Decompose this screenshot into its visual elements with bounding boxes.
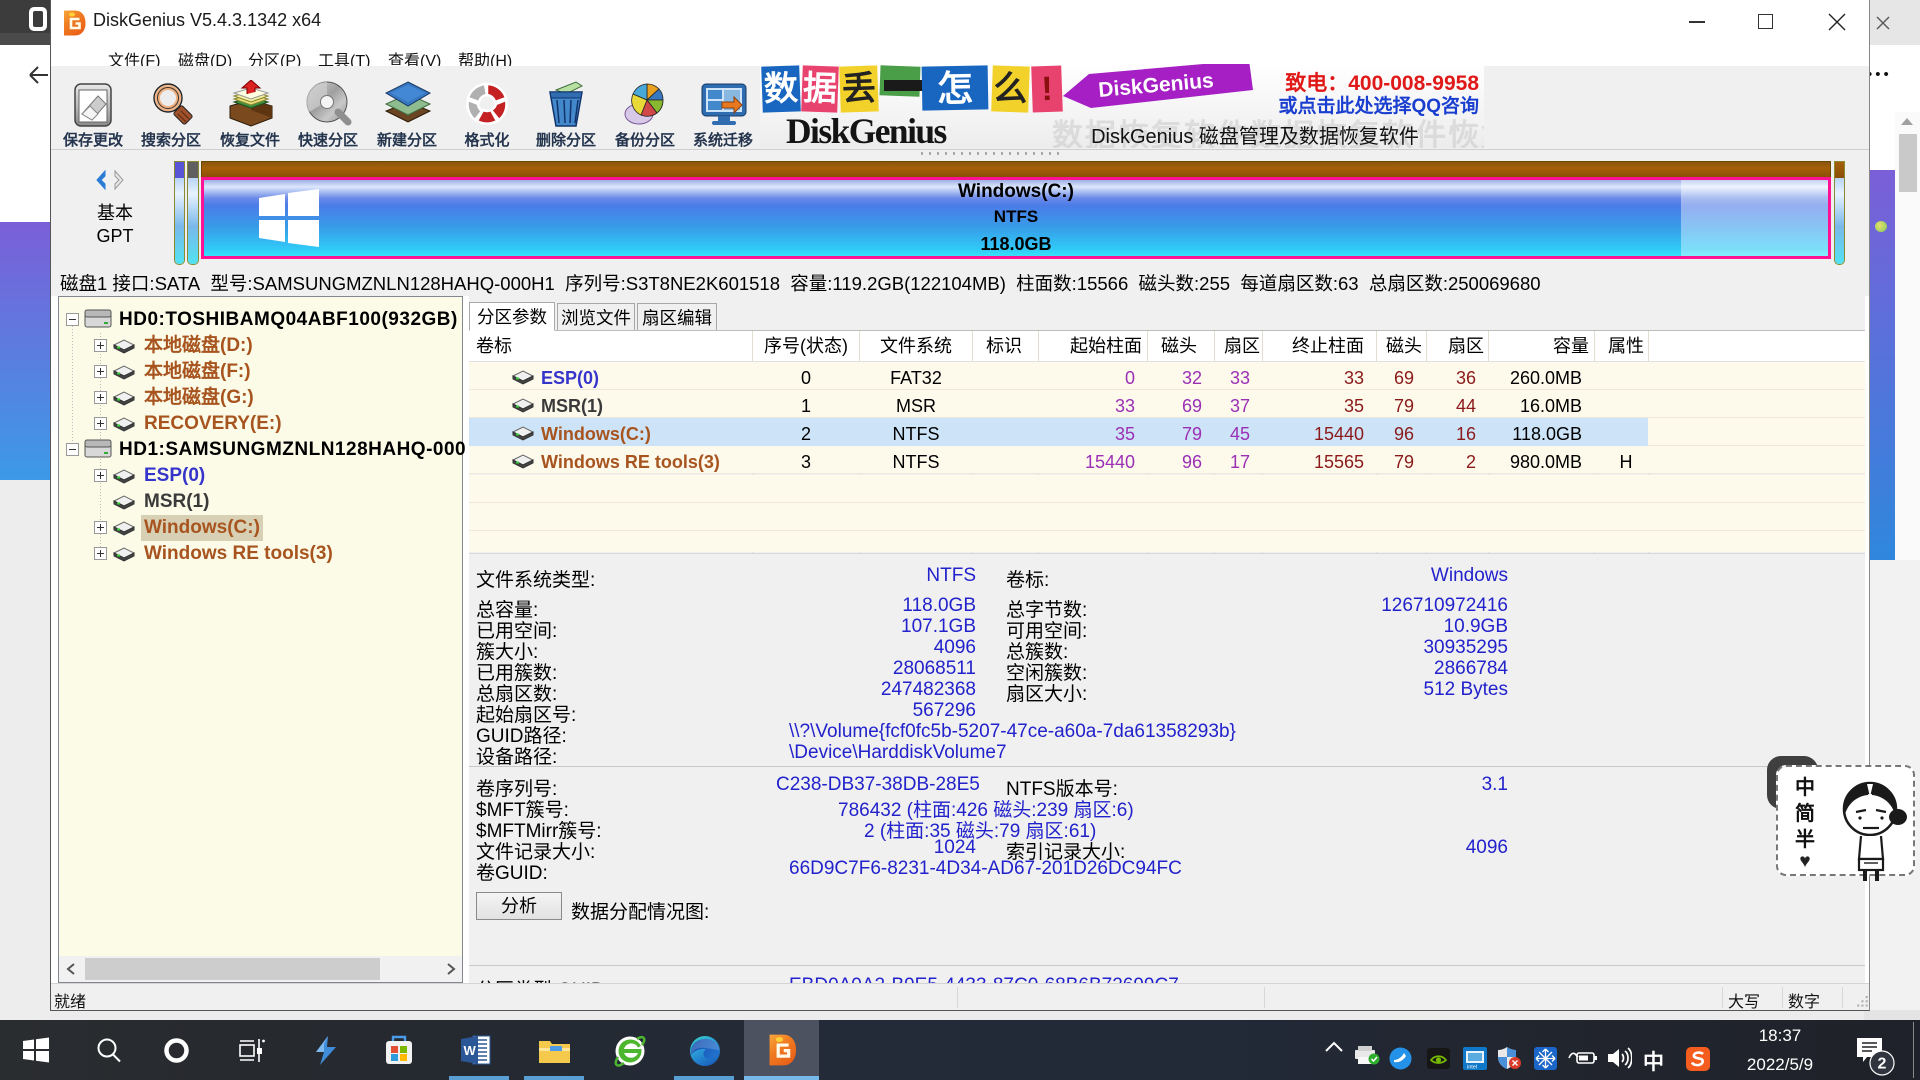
svg-text:intel: intel bbox=[1467, 1065, 1477, 1071]
svg-text:2: 2 bbox=[1878, 1056, 1887, 1073]
svg-text:W: W bbox=[464, 1043, 477, 1058]
